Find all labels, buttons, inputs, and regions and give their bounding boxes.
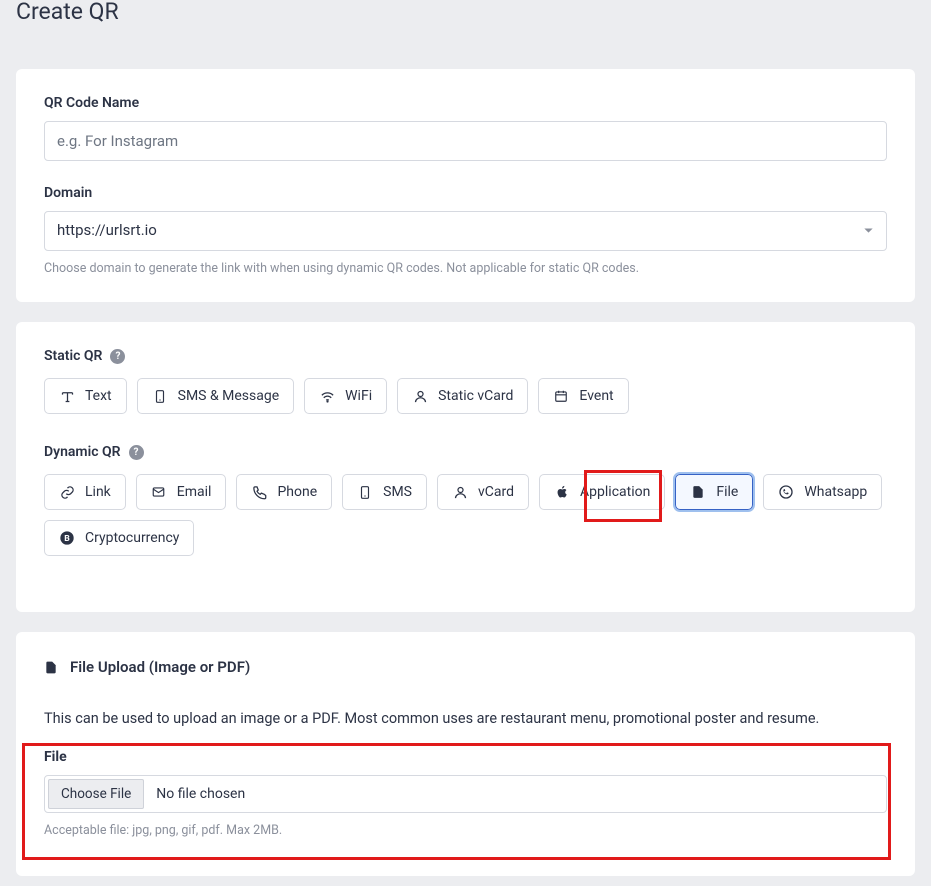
card-file-upload: File Upload (Image or PDF) This can be u… (16, 632, 915, 876)
chip-dynamic-link[interactable]: Link (44, 474, 126, 510)
label-file: File (44, 749, 887, 765)
chip-label: SMS (383, 485, 412, 499)
file-icon (690, 484, 706, 500)
chip-label: Whatsapp (804, 485, 867, 499)
chip-dynamic-vcard[interactable]: vCard (437, 474, 529, 510)
bitcoin-icon: B (59, 530, 75, 546)
chip-label: Email (177, 485, 212, 499)
file-status-text: No file chosen (156, 786, 245, 802)
desc-file-upload: This can be used to upload an image or a… (44, 710, 887, 727)
email-icon (151, 484, 167, 500)
calendar-icon (553, 388, 569, 404)
group-file: File Choose File No file chosen Acceptab… (44, 749, 887, 838)
help-icon[interactable]: ? (110, 349, 125, 364)
label-static-qr-text: Static QR (44, 348, 102, 364)
chip-dynamic-email[interactable]: Email (136, 474, 227, 510)
select-domain-wrap: https://urlsrt.io (44, 211, 887, 251)
chip-static-sms[interactable]: SMS & Message (137, 378, 295, 414)
label-dynamic-qr: Dynamic QR ? (44, 444, 887, 460)
heading-file-upload: File Upload (Image or PDF) (44, 658, 887, 676)
chip-dynamic-file[interactable]: File (675, 474, 753, 510)
file-icon (44, 659, 58, 676)
select-domain[interactable]: https://urlsrt.io (44, 211, 887, 251)
chip-label: Application (580, 485, 650, 499)
link-icon (59, 484, 75, 500)
chip-label: Phone (277, 485, 317, 499)
chip-label: Cryptocurrency (85, 531, 179, 545)
text-icon (59, 388, 75, 404)
heading-file-upload-text: File Upload (Image or PDF) (70, 658, 250, 676)
phone-portrait-icon (357, 484, 373, 500)
person-icon (452, 484, 468, 500)
label-qr-name: QR Code Name (44, 95, 887, 111)
row-dynamic-types: Link Email Phone SMS (44, 474, 887, 556)
chip-label: File (716, 485, 738, 499)
wifi-icon (319, 388, 335, 404)
group-domain: Domain https://urlsrt.io Choose domain t… (44, 185, 887, 276)
help-file: Acceptable file: jpg, png, gif, pdf. Max… (44, 823, 887, 838)
phone-icon (251, 484, 267, 500)
chip-static-wifi[interactable]: WiFi (304, 378, 387, 414)
chip-label: Event (579, 389, 613, 403)
chip-static-event[interactable]: Event (538, 378, 628, 414)
input-qr-name[interactable] (44, 121, 887, 161)
phone-portrait-icon (152, 388, 168, 404)
help-domain: Choose domain to generate the link with … (44, 261, 887, 276)
file-input[interactable]: Choose File No file chosen (44, 775, 887, 813)
group-qr-name: QR Code Name (44, 95, 887, 161)
chip-label: vCard (478, 485, 514, 499)
chip-label: Text (85, 389, 112, 403)
chip-label: Link (85, 485, 111, 499)
chip-dynamic-crypto[interactable]: B Cryptocurrency (44, 520, 194, 556)
person-icon (412, 388, 428, 404)
whatsapp-icon (778, 484, 794, 500)
page-title: Create QR (0, 0, 931, 27)
chip-static-text[interactable]: Text (44, 378, 127, 414)
chip-dynamic-phone[interactable]: Phone (236, 474, 332, 510)
apple-icon (554, 484, 570, 500)
label-dynamic-qr-text: Dynamic QR (44, 444, 121, 460)
help-icon[interactable]: ? (129, 445, 144, 460)
label-domain: Domain (44, 185, 887, 201)
chip-label: SMS & Message (178, 389, 280, 403)
chip-label: Static vCard (438, 389, 513, 403)
choose-file-button[interactable]: Choose File (48, 779, 144, 809)
card-basic-settings: QR Code Name Domain https://urlsrt.io Ch… (16, 69, 915, 302)
label-static-qr: Static QR ? (44, 348, 887, 364)
chip-dynamic-application[interactable]: Application (539, 474, 665, 510)
row-static-types: Text SMS & Message WiFi Static vCard (44, 378, 887, 414)
svg-text:B: B (64, 534, 70, 544)
chip-dynamic-whatsapp[interactable]: Whatsapp (763, 474, 882, 510)
card-qr-types: Static QR ? Text SMS & Message WiFi (16, 322, 915, 612)
chip-label: WiFi (345, 389, 372, 403)
chip-dynamic-sms[interactable]: SMS (342, 474, 427, 510)
chip-static-vcard[interactable]: Static vCard (397, 378, 528, 414)
